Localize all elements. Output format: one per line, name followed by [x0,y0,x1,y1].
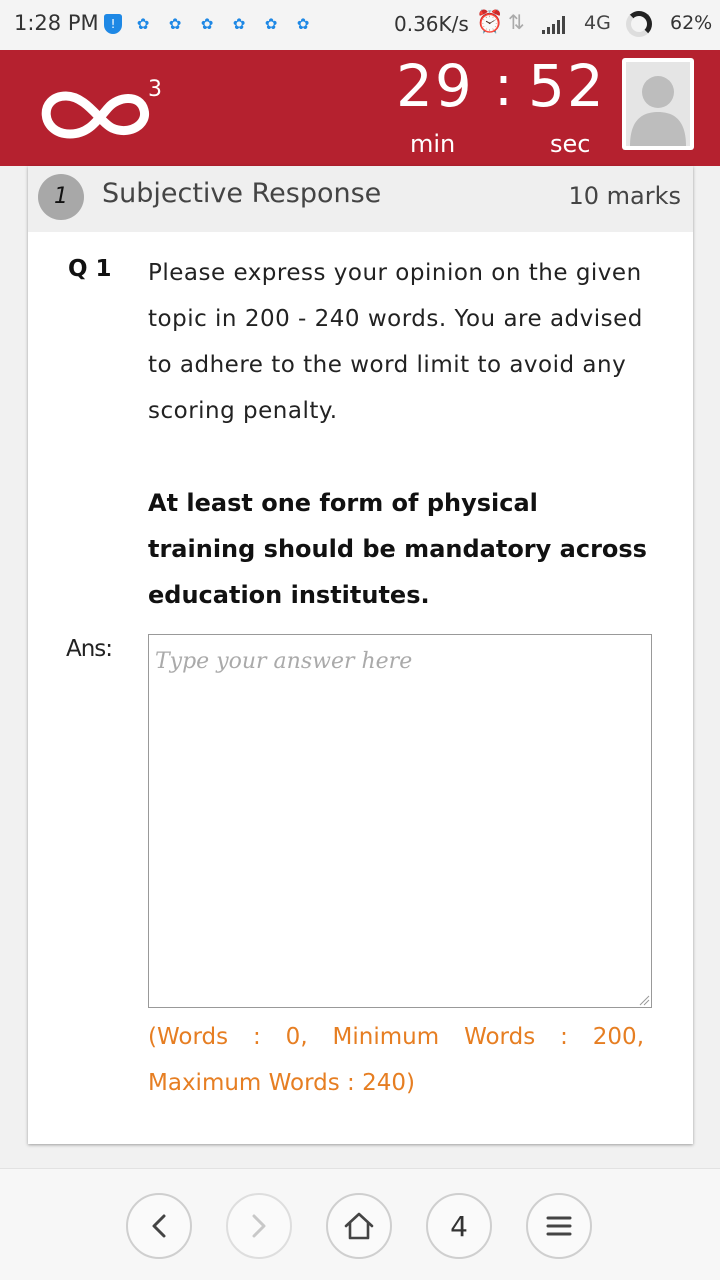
word-count-info: (Words : 0, Minimum Words : 200, Maximum… [148,1024,644,1096]
minutes-label: min [410,130,456,158]
chevron-left-icon [152,1214,166,1238]
answer-textarea[interactable] [148,634,652,1008]
app-icon: ✿ [264,15,278,33]
answer-label: Ans: [66,636,113,662]
section-number-badge: 1 [38,174,84,220]
question-topic: At least one form of physical training s… [148,489,647,609]
app-header: 3 29 : 52 min sec [0,50,720,166]
brand-logo: 3 [41,77,162,139]
status-bar: 1:28 PM ! ✿ ✿ ✿ ✿ ✿ ✿ 0.36K/s ⏰ ⇅ 4G 62% [0,0,720,50]
question-instructions: Please express your opinion on the given… [148,260,643,424]
menu-button[interactable] [526,1193,592,1259]
question-header: 1 Subjective Response 10 marks [28,166,693,232]
network-speed: 0.36K/s [394,12,469,36]
question-marks: 10 marks [568,182,681,210]
browser-bottom-nav: 4 [0,1168,720,1280]
home-icon [344,1212,374,1240]
question-type: Subjective Response [102,178,382,209]
notification-icons: ! ✿ ✿ ✿ ✿ ✿ ✿ [104,14,314,34]
resize-handle-icon[interactable] [638,994,650,1006]
menu-icon [546,1216,572,1236]
forward-button[interactable] [226,1193,292,1259]
seconds-label: sec [550,130,591,158]
chevron-right-icon [252,1214,266,1238]
timer-seconds: 52 [528,52,606,120]
brand-superscript: 3 [148,77,162,102]
status-time: 1:28 PM [14,11,99,35]
data-transfer-icon: ⇅ [508,10,525,34]
app-icon: ✿ [168,15,182,33]
tabs-button[interactable]: 4 [426,1193,492,1259]
avatar-placeholder-icon [626,62,690,146]
back-button[interactable] [126,1193,192,1259]
shield-icon: ! [104,14,122,34]
app-icon: ✿ [296,15,310,33]
app-icon: ✿ [200,15,214,33]
battery-icon [626,11,652,37]
countdown-timer: 29 : 52 min sec [396,52,616,162]
alarm-icon: ⏰ [476,10,504,35]
app-icon: ✿ [232,15,246,33]
timer-separator: : [494,54,513,119]
app-icon: ✿ [136,15,150,33]
signal-icon [542,14,565,34]
battery-level: 62% [670,12,713,34]
network-type: 4G [584,12,611,34]
timer-minutes: 29 [396,52,474,120]
user-avatar[interactable] [622,58,694,150]
question-card: 1 Subjective Response 10 marks Q 1 Pleas… [28,166,693,1144]
question-number: Q 1 [68,256,112,282]
home-button[interactable] [326,1193,392,1259]
tab-count: 4 [450,1209,468,1243]
